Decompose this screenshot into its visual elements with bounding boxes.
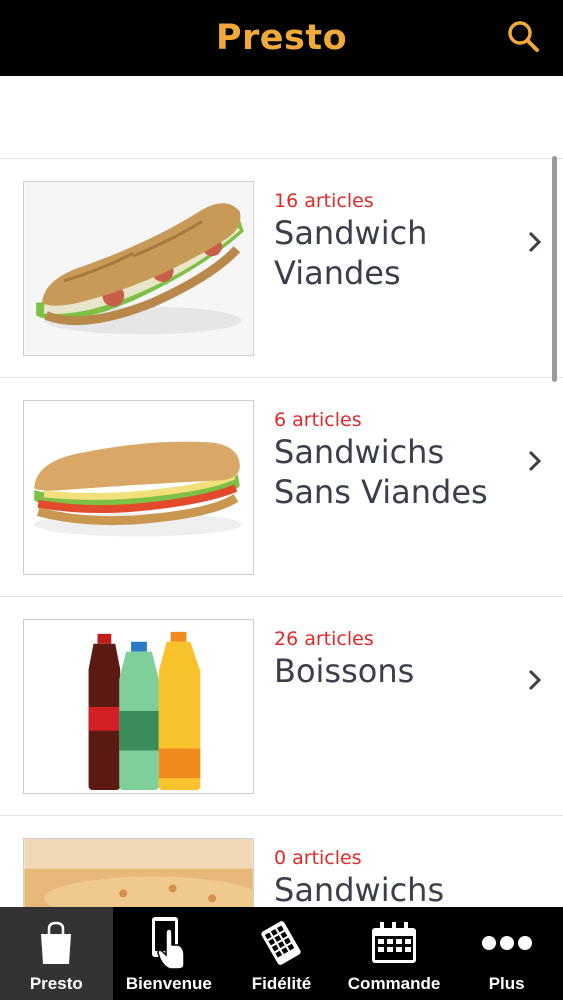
veggie-sandwich-image — [23, 400, 254, 575]
scrollbar[interactable] — [552, 156, 557, 382]
item-count: 0 articles — [274, 847, 362, 869]
tab-label: Commande — [347, 974, 441, 993]
item-count: 16 articles — [274, 190, 374, 212]
tab-commande[interactable]: Commande — [338, 907, 451, 1000]
search-icon — [508, 21, 539, 52]
category-row-sandwichs-sans-viandes[interactable]: 6 articles Sandwichs Sans Viandes — [0, 378, 563, 597]
category-list[interactable]: 16 articles Sandwich Viandes 6 articles … — [0, 76, 563, 907]
tab-label: Fidélité — [251, 974, 312, 993]
tab-presto[interactable]: Presto — [0, 907, 113, 1000]
hot-sandwich-image — [23, 838, 254, 907]
category-row-sandwichs[interactable]: 0 articles Sandwichs — [0, 816, 563, 907]
drinks-image — [23, 619, 254, 794]
category-name: Sandwich Viandes — [274, 214, 428, 292]
loyalty-card-icon — [261, 921, 302, 965]
item-count: 26 articles — [274, 628, 374, 650]
app-header: Presto — [0, 0, 563, 76]
bottom-tab-bar: Presto Bienvenue Fidélité Commande Plus — [0, 907, 563, 1000]
touch-phone-icon — [151, 917, 185, 970]
tab-label: Presto — [29, 974, 83, 993]
chevron-right-icon — [528, 450, 542, 472]
search-button[interactable] — [503, 16, 543, 56]
tab-label: Bienvenue — [125, 974, 212, 993]
more-icon — [481, 936, 532, 950]
item-count: 6 articles — [274, 409, 362, 431]
tab-plus[interactable]: Plus — [450, 907, 563, 1000]
meat-sandwich-image — [23, 181, 254, 356]
tab-label: Plus — [488, 974, 525, 993]
shopping-bag-icon — [41, 921, 72, 964]
category-name: Boissons — [274, 652, 415, 690]
category-row-boissons[interactable]: 26 articles Boissons — [0, 597, 563, 816]
calendar-icon — [372, 922, 417, 963]
list-header-spacer — [0, 76, 563, 159]
chevron-right-icon — [528, 231, 542, 253]
tab-bienvenue[interactable]: Bienvenue — [113, 907, 226, 1000]
category-row-sandwich-viandes[interactable]: 16 articles Sandwich Viandes — [0, 159, 563, 378]
category-name: Sandwichs — [274, 871, 445, 907]
category-name: Sandwichs Sans Viandes — [274, 433, 488, 511]
app-title: Presto — [215, 18, 348, 58]
tab-fidelite[interactable]: Fidélité — [225, 907, 338, 1000]
chevron-right-icon — [528, 669, 542, 691]
